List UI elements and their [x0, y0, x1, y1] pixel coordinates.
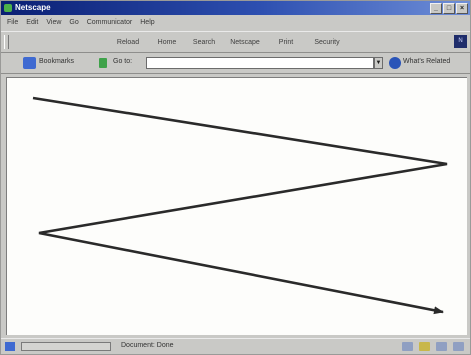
maximize-button[interactable]: □: [443, 3, 455, 14]
location-toolbar: Bookmarks Go to: ▼ What's Related: [1, 53, 470, 74]
zigzag-drawing: [32, 96, 448, 315]
security-lock-icon[interactable]: [5, 342, 15, 351]
bookmarks-button[interactable]: Bookmarks: [39, 58, 74, 65]
netscape-logo-icon: N: [454, 35, 467, 48]
window-title: Netscape: [15, 3, 51, 12]
home-button[interactable]: Home: [153, 37, 181, 49]
status-bar: Document: Done: [1, 338, 470, 354]
close-button[interactable]: ×: [456, 3, 468, 14]
discussion-icon[interactable]: [436, 342, 447, 351]
whats-related-button[interactable]: What's Related: [403, 58, 450, 65]
navigation-toolbar: Reload Home Search Netscape Print Securi…: [1, 31, 470, 53]
menu-edit[interactable]: Edit: [26, 16, 38, 29]
status-text: Document: Done: [121, 342, 174, 349]
menu-help[interactable]: Help: [140, 16, 154, 29]
progress-bar: [21, 342, 111, 351]
mail-icon[interactable]: [419, 342, 430, 351]
page-proxy-icon[interactable]: [99, 58, 107, 68]
window-controls: _ □ ×: [430, 3, 468, 14]
zigzag-arrow-line: [32, 96, 448, 315]
browser-window: Netscape _ □ × File Edit View Go Communi…: [0, 0, 471, 355]
search-button[interactable]: Search: [189, 37, 219, 49]
reload-button[interactable]: Reload: [113, 37, 143, 49]
menu-communicator[interactable]: Communicator: [87, 16, 133, 29]
page-content: [6, 77, 467, 335]
security-button[interactable]: Security: [309, 37, 345, 49]
location-label: Go to:: [113, 58, 133, 65]
toolbar-grip[interactable]: [4, 35, 9, 49]
netscape-app-icon: [4, 4, 12, 12]
menu-file[interactable]: File: [7, 16, 18, 29]
minimize-button[interactable]: _: [430, 3, 442, 14]
whats-related-icon[interactable]: [389, 57, 401, 69]
menu-view[interactable]: View: [46, 16, 61, 29]
component-bar: [402, 342, 464, 351]
print-button[interactable]: Print: [273, 37, 299, 49]
chevron-down-icon[interactable]: ▼: [374, 57, 383, 69]
bookmarks-icon[interactable]: [23, 57, 36, 69]
location-input[interactable]: [146, 57, 374, 69]
title-bar: Netscape _ □ ×: [1, 1, 470, 15]
netscape-button[interactable]: Netscape: [227, 37, 263, 49]
menu-go[interactable]: Go: [69, 16, 78, 29]
navigator-icon[interactable]: [402, 342, 413, 351]
menu-bar: File Edit View Go Communicator Help: [1, 16, 470, 29]
composer-icon[interactable]: [453, 342, 464, 351]
